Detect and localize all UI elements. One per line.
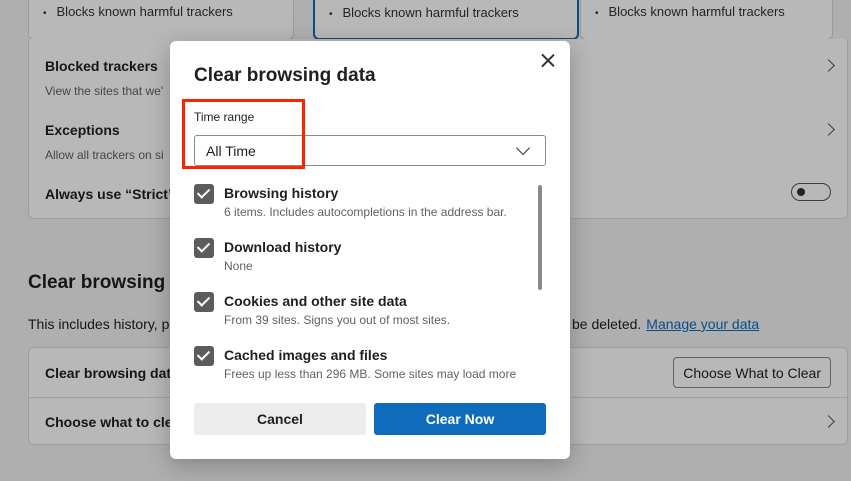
clear-browsing-data-dialog: Clear browsing data Time range All Time …: [170, 41, 570, 459]
checkbox-checked-icon[interactable]: [194, 238, 214, 258]
highlight-box: [182, 99, 305, 169]
data-types-list[interactable]: Browsing history 6 items. Includes autoc…: [194, 184, 524, 388]
checkbox-checked-icon[interactable]: [194, 346, 214, 366]
item-subtitle: From 39 sites. Signs you out of most sit…: [224, 313, 451, 327]
item-title: Cached images and files: [224, 347, 388, 363]
chevron-down-icon: [515, 140, 531, 156]
checkbox-checked-icon[interactable]: [194, 292, 214, 312]
settings-page: Blocks known harmful trackers Blocks kno…: [0, 0, 851, 481]
list-item-cookies[interactable]: Cookies and other site data From 39 site…: [194, 292, 524, 346]
item-title: Cookies and other site data: [224, 293, 407, 309]
list-item-browsing-history[interactable]: Browsing history 6 items. Includes autoc…: [194, 184, 524, 238]
close-icon[interactable]: [540, 53, 556, 69]
dialog-title: Clear browsing data: [194, 65, 376, 86]
item-subtitle: None: [224, 259, 253, 273]
item-subtitle: 6 items. Includes autocompletions in the…: [224, 205, 507, 219]
list-item-cached-images[interactable]: Cached images and files Frees up less th…: [194, 346, 524, 388]
item-title: Download history: [224, 239, 342, 255]
list-item-download-history[interactable]: Download history None: [194, 238, 524, 292]
clear-now-button[interactable]: Clear Now: [374, 403, 546, 435]
item-title: Browsing history: [224, 185, 339, 201]
item-subtitle: Frees up less than 296 MB. Some sites ma…: [224, 367, 517, 381]
list-scrollbar[interactable]: [538, 185, 542, 290]
cancel-button[interactable]: Cancel: [194, 403, 366, 435]
checkbox-checked-icon[interactable]: [194, 184, 214, 204]
